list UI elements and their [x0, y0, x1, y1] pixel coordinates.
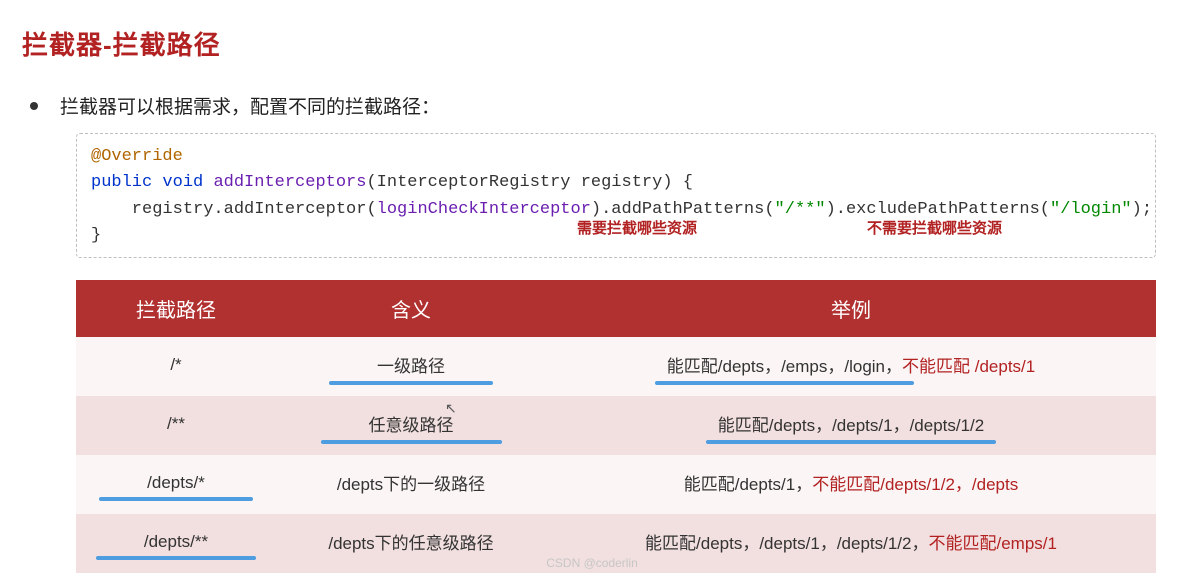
cell-meaning: 任意级路径 — [276, 396, 546, 455]
th-path: 拦截路径 — [76, 280, 276, 337]
table-row: /depts/*/depts下的一级路径能匹配/depts/1，不能匹配/dep… — [76, 455, 1156, 514]
bullet-icon — [30, 102, 38, 110]
code-annotation: @Override — [91, 147, 183, 166]
th-example: 举例 — [546, 280, 1156, 337]
code-l1d: ); — [1132, 200, 1152, 219]
code-note-1: 需要拦截哪些资源 — [577, 218, 697, 241]
fn-name: addInterceptors — [213, 173, 366, 192]
cell-example: 能匹配/depts，/depts/1，/depts/1/2 — [546, 396, 1156, 455]
cell-path: /* — [76, 337, 276, 396]
cell-path: /depts/** — [76, 514, 276, 573]
bullet-row: 拦截器可以根据需求，配置不同的拦截路径： — [30, 92, 1162, 119]
footer-watermark: CSDN @coderlin — [546, 556, 638, 570]
table-row: /**任意级路径能匹配/depts，/depts/1，/depts/1/2 — [76, 396, 1156, 455]
cell-meaning: /depts下的一级路径 — [276, 455, 546, 514]
table-header-row: 拦截路径 含义 举例 — [76, 280, 1156, 337]
table-row: /*一级路径能匹配/depts，/emps，/login，不能匹配 /depts… — [76, 337, 1156, 396]
cell-path: /** — [76, 396, 276, 455]
code-l1a: registry.addInterceptor( — [91, 200, 377, 219]
code-note-2: 不需要拦截哪些资源 — [867, 218, 1002, 241]
code-block: @Override public void addInterceptors(In… — [76, 133, 1156, 258]
page-title: 拦截器-拦截路径 — [22, 25, 1162, 62]
code-l1b: ).addPathPatterns( — [591, 200, 775, 219]
cell-example: 能匹配/depts/1，不能匹配/depts/1/2，/depts — [546, 455, 1156, 514]
kw-public: public — [91, 173, 152, 192]
bullet-text: 拦截器可以根据需求，配置不同的拦截路径： — [60, 92, 440, 119]
code-str1: "/**" — [775, 200, 826, 219]
th-meaning: 含义 — [276, 280, 546, 337]
kw-void: void — [162, 173, 203, 192]
cell-example: 能匹配/depts，/emps，/login，不能匹配 /depts/1 — [546, 337, 1156, 396]
path-table: 拦截路径 含义 举例 /*一级路径能匹配/depts，/emps，/login，… — [76, 280, 1156, 573]
fn-params: (InterceptorRegistry registry) { — [366, 173, 692, 192]
cell-path: /depts/* — [76, 455, 276, 514]
cursor-icon: ↖ — [445, 400, 457, 417]
code-str2: "/login" — [1050, 200, 1132, 219]
cell-meaning: /depts下的任意级路径 — [276, 514, 546, 573]
code-var: loginCheckInterceptor — [377, 200, 591, 219]
cell-meaning: 一级路径 — [276, 337, 546, 396]
code-l1c: ).excludePathPatterns( — [826, 200, 1050, 219]
